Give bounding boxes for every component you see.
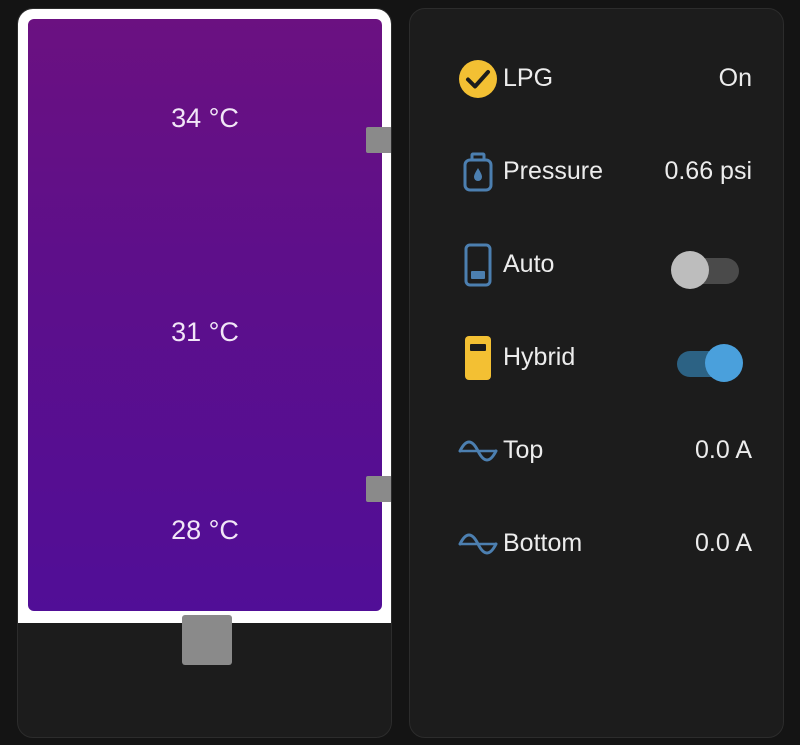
- entity-label: Auto: [503, 250, 555, 278]
- entity-row-lpg[interactable]: LPG On: [410, 53, 783, 103]
- toggle-thumb: [705, 344, 743, 382]
- tank-water: 34 °C 31 °C 28 °C: [28, 19, 382, 611]
- water-heater-tank-card: 34 °C 31 °C 28 °C: [17, 8, 392, 738]
- battery-low-icon: [458, 336, 498, 380]
- temp-top: 34 °C: [171, 103, 239, 133]
- entity-row-auto[interactable]: Auto: [410, 239, 783, 289]
- lower-inlet-port: [366, 476, 391, 502]
- entity-state: 0.66 psi: [664, 157, 752, 185]
- upper-inlet-port: [366, 127, 391, 153]
- entity-row-top[interactable]: Top 0.0 A: [410, 425, 783, 475]
- entity-state: 0.0 A: [695, 529, 752, 557]
- toggle-thumb: [671, 251, 709, 289]
- entity-state: On: [718, 64, 752, 92]
- bottom-outlet-port: [182, 615, 232, 665]
- entity-row-pressure[interactable]: Pressure 0.66 psi: [410, 146, 783, 196]
- hybrid-toggle-switch[interactable]: [671, 338, 743, 382]
- entities-card: LPG On Pressure 0.66 psi Auto Hybrid Top…: [409, 8, 784, 738]
- entity-label: Bottom: [503, 529, 583, 557]
- entity-row-hybrid[interactable]: Hybrid: [410, 332, 783, 382]
- check-circle-icon: [458, 59, 498, 99]
- gas-cylinder-icon: [458, 152, 498, 192]
- entity-state: 0.0 A: [695, 436, 752, 464]
- entity-label: Hybrid: [503, 343, 576, 371]
- sine-wave-icon: [458, 524, 498, 564]
- entity-row-bottom[interactable]: Bottom 0.0 A: [410, 518, 783, 568]
- tank-frame: 34 °C 31 °C 28 °C: [18, 9, 391, 623]
- temp-middle: 31 °C: [171, 317, 239, 347]
- temp-bottom: 28 °C: [171, 515, 239, 545]
- sine-wave-icon: [458, 431, 498, 471]
- entity-label: Pressure: [503, 157, 604, 185]
- entity-label: LPG: [503, 64, 554, 92]
- auto-toggle-switch[interactable]: [671, 245, 743, 289]
- phone-battery-icon: [458, 243, 498, 287]
- entity-label: Top: [503, 436, 544, 464]
